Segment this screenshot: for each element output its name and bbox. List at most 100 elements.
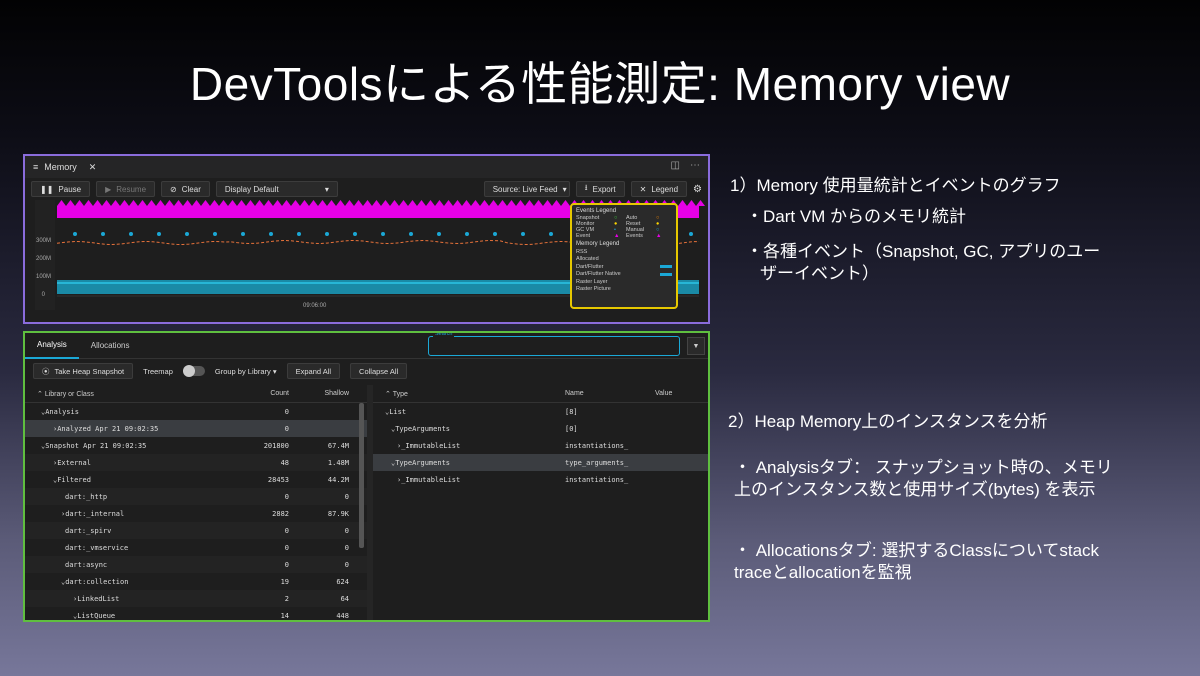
header-name[interactable]: Name bbox=[565, 390, 655, 397]
more-icon[interactable]: ⋯ bbox=[690, 160, 700, 171]
event-icon: ▲ bbox=[614, 233, 620, 239]
gc-dot bbox=[73, 232, 77, 236]
resume-button[interactable]: ▶ Resume bbox=[96, 181, 156, 197]
note-1b2: ザーイベント） bbox=[760, 264, 879, 283]
legend-item: Raster Layer bbox=[576, 278, 608, 285]
class-shallow: 448 bbox=[336, 611, 349, 620]
table-row[interactable]: ›_ImmutableList instantiations_ bbox=[373, 437, 708, 454]
tab-allocations[interactable]: Allocations bbox=[79, 333, 142, 359]
table-row[interactable]: ⌄List [8] bbox=[373, 403, 708, 420]
class-name: ⌄Snapshot Apr 21 09:02:35 bbox=[41, 441, 147, 450]
export-button[interactable]: ⭳ Export bbox=[575, 181, 625, 197]
gc-dot bbox=[325, 232, 329, 236]
table-row[interactable]: ⌄Snapshot Apr 21 09:02:35 201800 67.4M bbox=[25, 437, 367, 454]
collapse-all-button[interactable]: Collapse All bbox=[350, 363, 408, 379]
gc-dot bbox=[269, 232, 273, 236]
scrollbar[interactable] bbox=[359, 403, 364, 548]
class-shallow: 624 bbox=[336, 577, 349, 586]
class-count: 19 bbox=[280, 577, 289, 586]
table-row[interactable]: dart:async 0 0 bbox=[25, 556, 367, 573]
block-icon: ⊘ bbox=[170, 184, 177, 194]
table-row[interactable]: ⌄ListQueue 14 448 bbox=[25, 607, 367, 620]
table-row[interactable]: dart:_http 0 0 bbox=[25, 488, 367, 505]
table-row[interactable]: ⌄TypeArguments [0] bbox=[373, 420, 708, 437]
source-select[interactable]: Source: Live Feed ▾ bbox=[483, 181, 570, 197]
table-row[interactable]: dart:_vmservice 0 0 bbox=[25, 539, 367, 556]
header-value[interactable]: Value bbox=[655, 390, 705, 397]
class-shallow: 0 bbox=[344, 526, 349, 535]
legend-button[interactable]: ✕ Legend bbox=[630, 181, 688, 197]
table-row[interactable]: ⌄dart:collection 19 624 bbox=[25, 573, 367, 590]
table-row[interactable]: ⌄Filtered 28453 44.2M bbox=[25, 471, 367, 488]
split-icon[interactable]: ◫ bbox=[671, 160, 680, 171]
treemap-toggle[interactable] bbox=[182, 365, 205, 377]
heap-tabs: Analysis Allocations Search ▼ bbox=[25, 333, 708, 359]
heap-panel: Analysis Allocations Search ▼ ⦿ Take Heap… bbox=[23, 331, 710, 622]
snapshot-icon: ⦿ bbox=[42, 366, 50, 376]
tab-analysis[interactable]: Analysis bbox=[25, 333, 79, 359]
class-shallow: 67.4M bbox=[327, 441, 349, 450]
gc-dot bbox=[493, 232, 497, 236]
class-count: 48 bbox=[280, 458, 289, 467]
instance-type: ⌄List bbox=[385, 407, 407, 416]
display-select[interactable]: Display Default ▾ bbox=[215, 181, 338, 197]
close-icon[interactable]: ✕ bbox=[89, 162, 97, 173]
gc-dot bbox=[465, 232, 469, 236]
instance-table-header: ⌃ Type Name Value bbox=[373, 385, 708, 403]
expand-all-button[interactable]: Expand All bbox=[286, 363, 341, 379]
note-2a2: 上のインスタンス数と使用サイズ(bytes) を表示 bbox=[734, 480, 1096, 499]
instance-name: instantiations_ bbox=[565, 475, 629, 484]
table-row[interactable]: ›_ImmutableList instantiations_ bbox=[373, 471, 708, 488]
header-type[interactable]: ⌃ Type bbox=[373, 390, 565, 398]
table-row[interactable]: ›dart:_internal 2882 87.9K bbox=[25, 505, 367, 522]
group-select[interactable]: Group by Library ▾ bbox=[215, 367, 277, 376]
header-shallow[interactable]: Shallow bbox=[289, 390, 349, 397]
table-row[interactable]: dart:_spirv 0 0 bbox=[25, 522, 367, 539]
gc-dot bbox=[353, 232, 357, 236]
class-name: ⌄ListQueue bbox=[73, 611, 116, 620]
class-count: 0 bbox=[284, 492, 289, 501]
sort-up-icon: ⌃ bbox=[37, 390, 45, 398]
filter-button[interactable]: ▼ bbox=[687, 337, 705, 355]
legend-row-rss: RSS bbox=[576, 248, 672, 256]
class-table: ⌃ Library or Class Count Shallow ⌄Analys… bbox=[25, 385, 367, 620]
take-snapshot-button[interactable]: ⦿ Take Heap Snapshot bbox=[33, 363, 134, 379]
header-library[interactable]: ⌃ Library or Class bbox=[25, 390, 243, 398]
events-legend-title: Events Legend bbox=[576, 208, 617, 214]
display-label: Display Default bbox=[224, 184, 279, 194]
menu-icon: ≡ bbox=[33, 162, 39, 172]
header-count[interactable]: Count bbox=[243, 390, 289, 397]
snapshot-label: Take Heap Snapshot bbox=[54, 366, 125, 376]
table-row[interactable]: ›LinkedList 2 64 bbox=[25, 590, 367, 607]
gc-dot bbox=[689, 232, 693, 236]
search-input[interactable] bbox=[429, 337, 679, 355]
class-name: ›External bbox=[53, 458, 91, 467]
legend-item: Events bbox=[626, 233, 643, 239]
pause-button[interactable]: ❚❚ Pause bbox=[31, 181, 91, 197]
gear-icon[interactable]: ⚙ bbox=[693, 184, 702, 195]
search-field[interactable]: Search bbox=[428, 333, 680, 356]
table-row[interactable]: ›External 48 1.48M bbox=[25, 454, 367, 471]
close-x-icon: ✕ bbox=[639, 184, 647, 194]
class-table-body: ⌄Analysis 0 ›Analyzed Apr 21 09:02:35 0 ⌄Sna… bbox=[25, 403, 367, 620]
table-row[interactable]: ⌄TypeArguments type_arguments_ bbox=[373, 454, 708, 471]
legend-row-raster-layer: Raster Layer bbox=[576, 278, 672, 286]
memory-tab[interactable]: ≡ Memory ✕ bbox=[33, 162, 96, 173]
slide-title: DevToolsによる性能測定: Memory view bbox=[189, 58, 1011, 110]
class-count: 14 bbox=[280, 611, 289, 620]
note-2a: ・ Analysisタブ： スナップショット時の、メモリ bbox=[734, 458, 1113, 477]
class-name: dart:_vmservice bbox=[65, 543, 129, 552]
resume-label: Resume bbox=[116, 184, 147, 194]
class-shallow: 44.2M bbox=[327, 475, 349, 484]
note-2b: ・ Allocationsタブ: 選択するClassについてstack bbox=[734, 541, 1100, 560]
gc-dot bbox=[409, 232, 413, 236]
instance-type: ›_ImmutableList bbox=[397, 475, 461, 484]
table-row[interactable]: ⌄Analysis 0 bbox=[25, 403, 367, 420]
clear-button[interactable]: ⊘ Clear bbox=[161, 181, 210, 197]
class-count: 0 bbox=[284, 407, 289, 416]
class-name: ⌄Filtered bbox=[53, 475, 91, 484]
class-count: 201800 bbox=[263, 441, 289, 450]
gc-dot bbox=[549, 232, 553, 236]
chart-left-strip bbox=[35, 200, 55, 310]
table-row[interactable]: ›Analyzed Apr 21 09:02:35 0 bbox=[25, 420, 367, 437]
